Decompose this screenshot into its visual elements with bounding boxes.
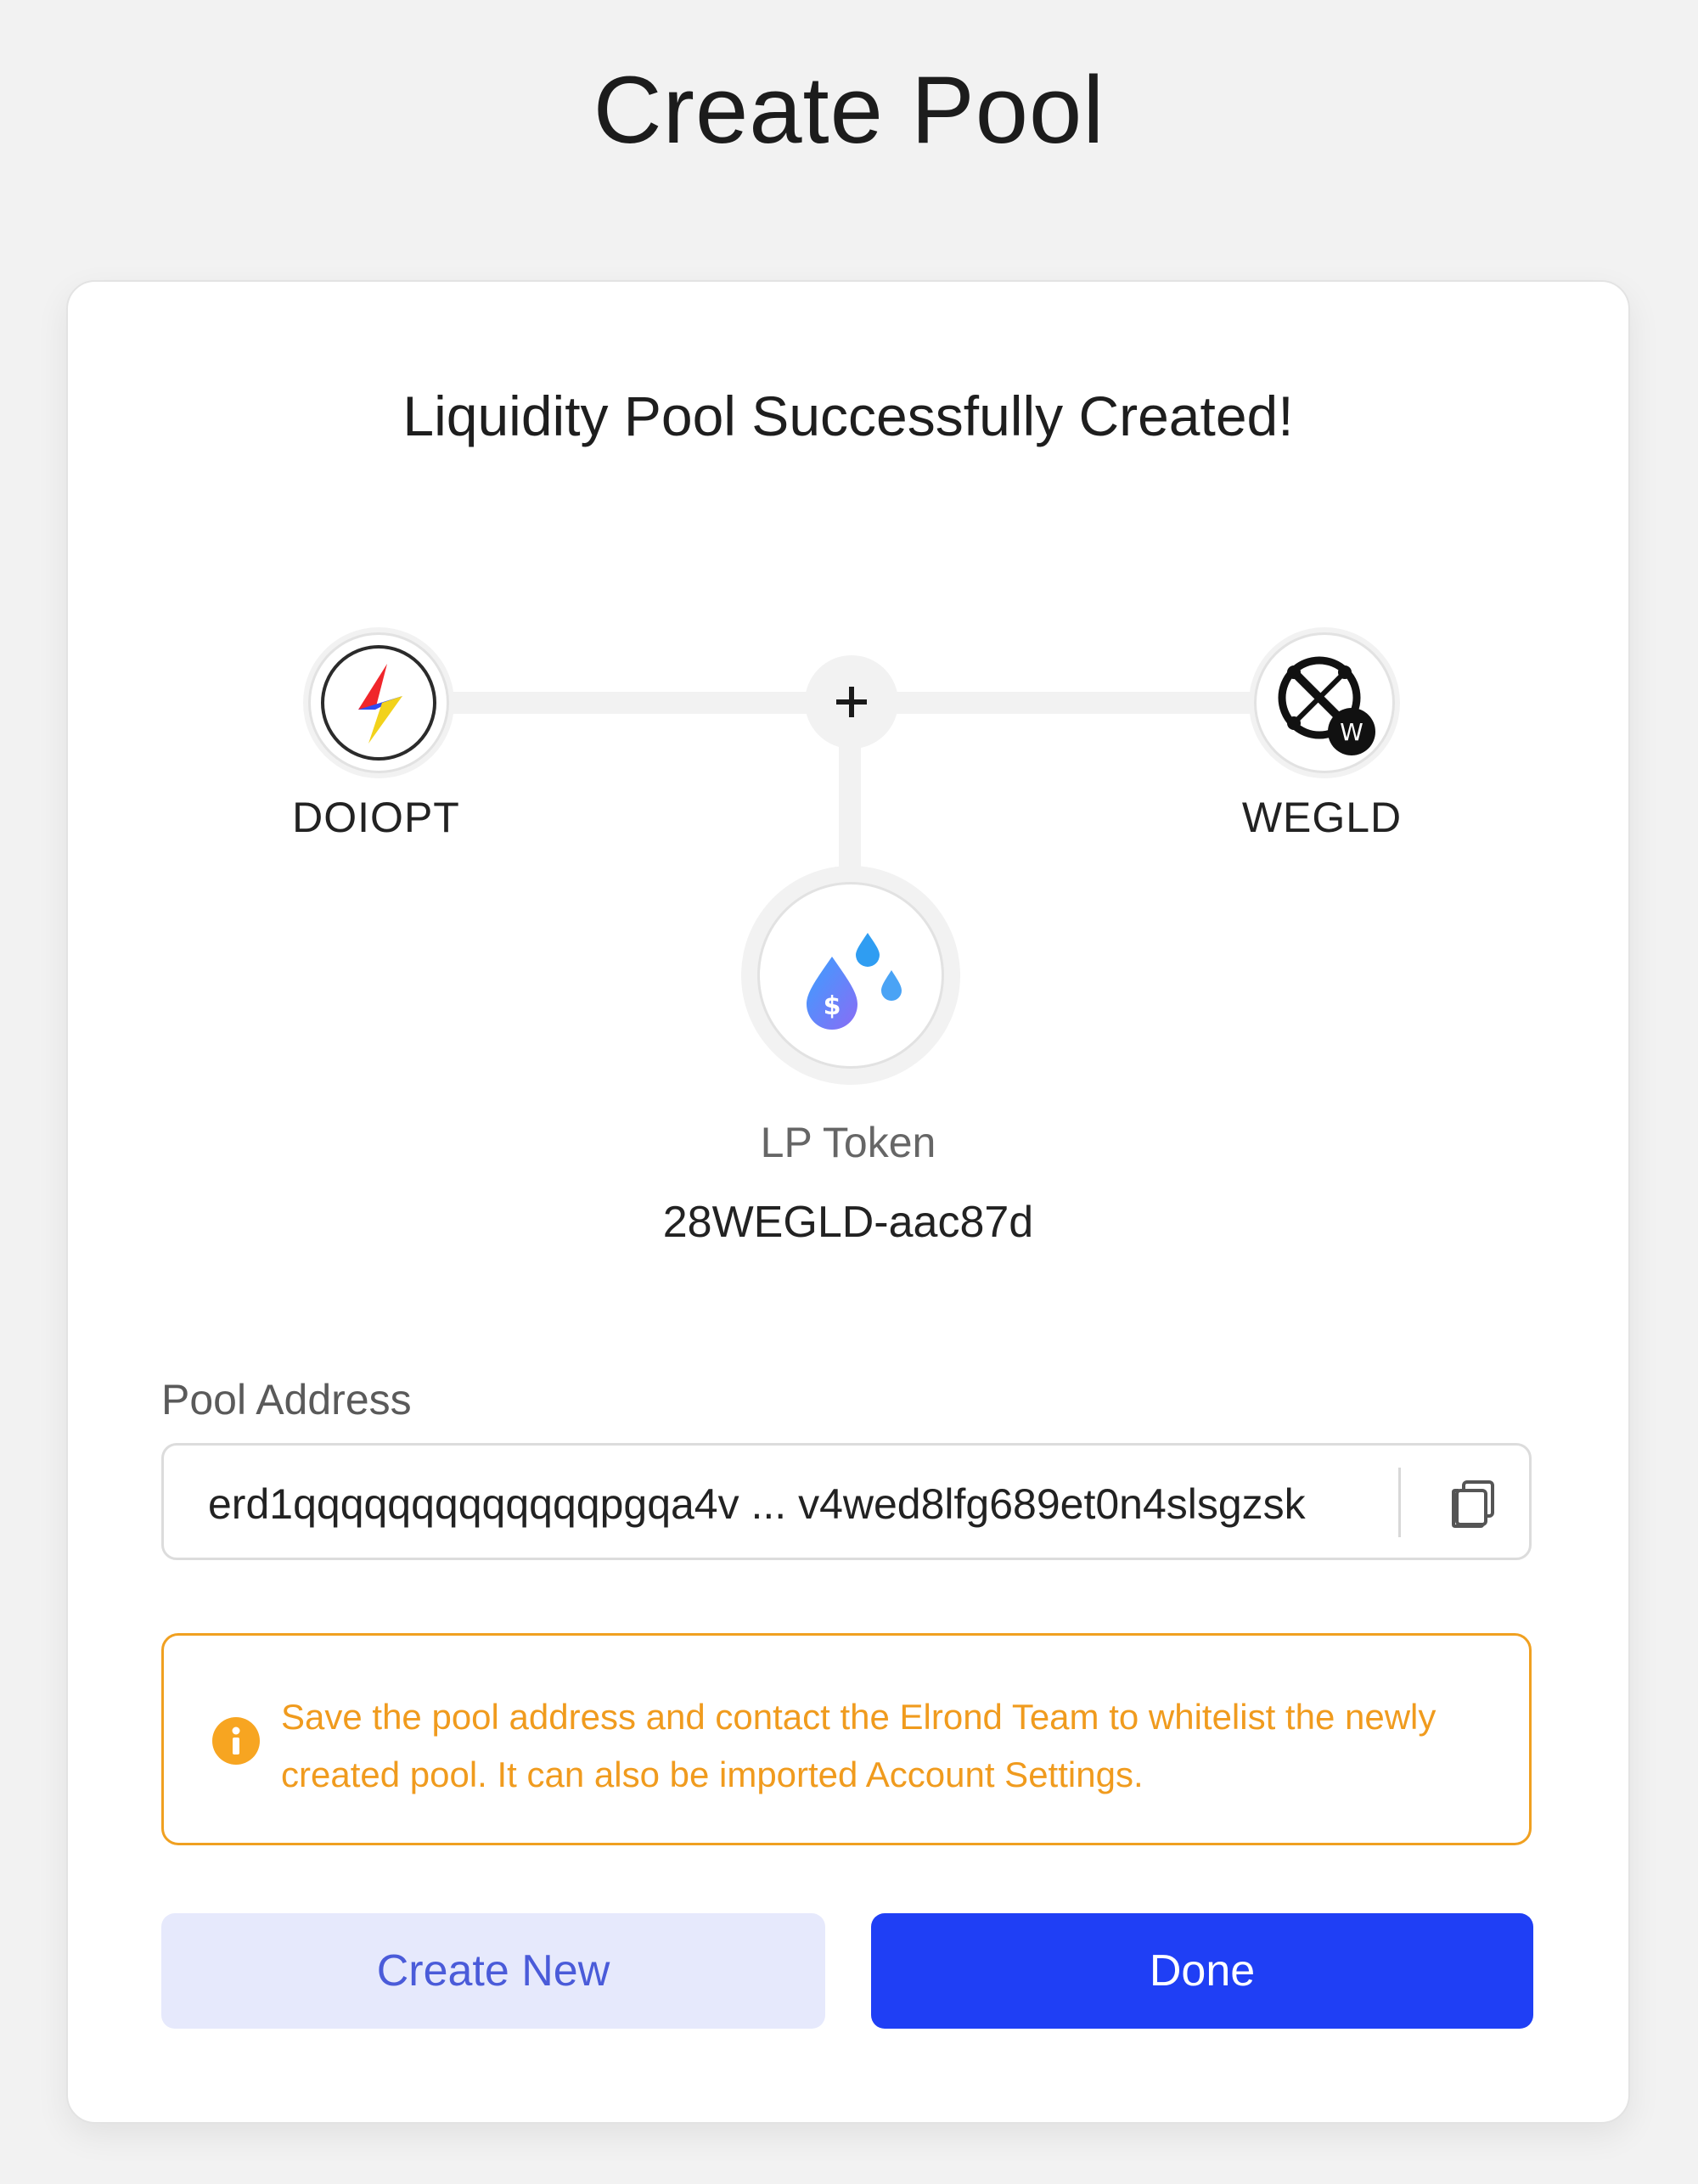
plus-node xyxy=(805,655,898,749)
pool-address-label: Pool Address xyxy=(161,1376,412,1423)
first-token-symbol: DOIOPT xyxy=(292,794,460,841)
svg-text:$: $ xyxy=(824,991,841,1021)
done-button[interactable]: Done xyxy=(871,1913,1533,2029)
lightning-bolt-icon xyxy=(321,645,436,761)
plus-icon xyxy=(836,687,867,717)
copy-icon xyxy=(1452,1480,1494,1528)
create-new-button[interactable]: Create New xyxy=(161,1913,825,2029)
pool-address-field[interactable]: erd1qqqqqqqqqqqqqpgqa4v ... v4wed8lfg689… xyxy=(161,1443,1532,1560)
pool-created-card: Liquidity Pool Successfully Created! DOI… xyxy=(66,280,1630,2124)
lp-token-id: 28WEGLD-aac87d xyxy=(662,1198,1034,1247)
copy-address-button[interactable] xyxy=(1444,1474,1504,1534)
lp-token-avatar: $ xyxy=(757,882,944,1069)
svg-text:W: W xyxy=(1340,718,1363,746)
liquidity-drops-icon: $ xyxy=(807,933,902,1030)
address-divider xyxy=(1398,1468,1401,1537)
lp-token-label: LP Token xyxy=(760,1119,936,1166)
pool-address-value[interactable]: erd1qqqqqqqqqqqqqpgqa4v ... v4wed8lfg689… xyxy=(208,1479,1414,1529)
info-icon xyxy=(212,1717,260,1765)
second-token-symbol: WEGLD xyxy=(1241,794,1403,841)
page-title: Create Pool xyxy=(593,57,1105,163)
first-token-avatar xyxy=(308,632,449,773)
second-token-avatar: W xyxy=(1254,632,1395,773)
success-title: Liquidity Pool Successfully Created! xyxy=(402,385,1294,447)
whitelist-warning: Save the pool address and contact the El… xyxy=(161,1633,1532,1845)
warning-text: Save the pool address and contact the El… xyxy=(281,1697,1437,1794)
egld-logo-icon: W xyxy=(1267,645,1382,761)
